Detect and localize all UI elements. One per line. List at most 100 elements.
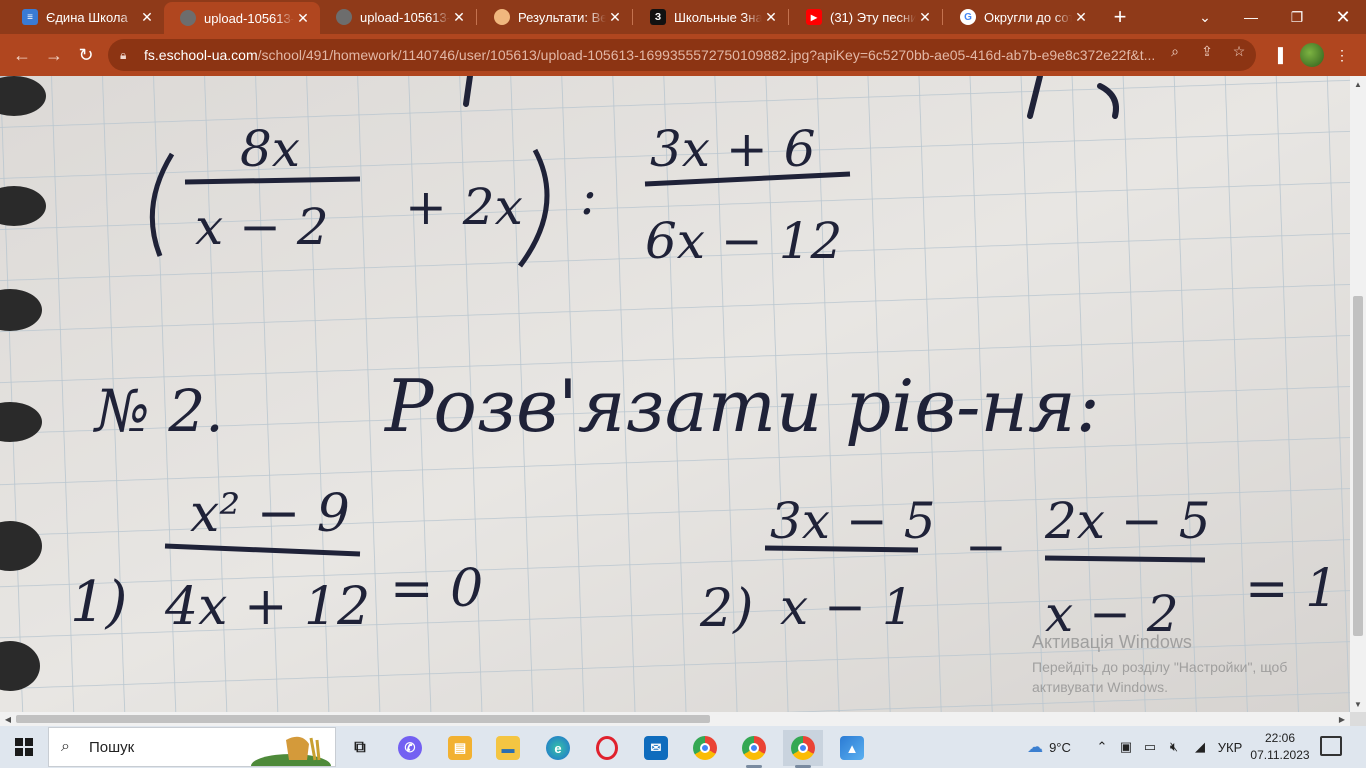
chrome-profile-icon (742, 736, 766, 760)
tray-overflow-icon[interactable]: ⌃ (1092, 726, 1112, 768)
photos-app[interactable]: ▲ (832, 730, 872, 766)
tab-title: Округли до сот (984, 9, 1072, 25)
profile-avatar[interactable] (1300, 43, 1324, 67)
expr-right-den: 6x − 12 (645, 212, 842, 270)
bookmark-star-icon[interactable]: ☆ (1230, 42, 1248, 60)
close-icon[interactable]: ✕ (138, 8, 156, 26)
opera-icon (596, 736, 618, 760)
notebook-photo: 8x x − 2 + 2x : 3x + 6 6x − 12 № 2. Розв… (0, 76, 1350, 712)
scroll-right-arrow[interactable]: ▶ (1334, 712, 1350, 726)
chrome-app[interactable] (685, 730, 725, 766)
minimize-button[interactable]: — (1228, 0, 1274, 34)
zoom-icon[interactable]: ⌕ (1166, 42, 1184, 60)
eschool-icon: ≡ (22, 9, 38, 25)
close-icon[interactable]: ✕ (294, 9, 312, 27)
task-view-button[interactable]: ⧉ (340, 730, 380, 766)
notes-icon: ▤ (448, 736, 472, 760)
eq1-denominator: 4x + 12 (164, 577, 370, 637)
close-icon[interactable]: ✕ (606, 8, 624, 26)
tab-edyna-shkola[interactable]: ≡ Єдина Школа ✕ (6, 0, 164, 34)
scroll-up-arrow[interactable]: ▲ (1350, 76, 1366, 92)
back-button[interactable]: ← (8, 41, 36, 69)
weather-widget[interactable]: ☁ 9°C (1014, 726, 1084, 768)
tab-results[interactable]: Результати: Вер ✕ (478, 0, 632, 34)
address-bar[interactable]: 🔒︎ fs.eschool-ua.com/school/491/homework… (108, 39, 1256, 71)
notes-app[interactable]: ▤ (440, 730, 480, 766)
share-icon[interactable]: ⇪ (1198, 42, 1216, 60)
eq1-label: 1) (70, 570, 127, 635)
horizontal-scrollbar[interactable]: ◀ ▶ (0, 712, 1350, 726)
expr-den: x − 2 (195, 198, 329, 256)
meet-now-icon[interactable]: ▣ (1116, 726, 1136, 768)
activation-watermark-subtitle: Перейдіть до розділу "Настройки", щоб ак… (1032, 659, 1288, 695)
opera-app[interactable] (587, 730, 627, 766)
edge-app[interactable]: e (538, 730, 578, 766)
tab-search-button[interactable]: ⌄ (1182, 0, 1228, 34)
brain-icon (494, 9, 510, 25)
expr-divide: : (580, 168, 597, 226)
task-number: № 2. (92, 377, 224, 445)
expr-right-num: 3x + 6 (650, 120, 816, 178)
menu-kebab-icon[interactable]: ⋮ (1332, 45, 1352, 65)
tab-google[interactable]: G Округли до сот ✕ (944, 0, 1098, 34)
horizontal-scroll-thumb[interactable] (16, 715, 710, 723)
tab-upload[interactable]: upload-105613- ✕ (320, 0, 476, 34)
folder-icon: ▬ (496, 736, 520, 760)
mail-app[interactable]: ✉ (636, 730, 676, 766)
clock-time: 22:06 (1264, 731, 1296, 745)
viber-icon: ✆ (398, 736, 422, 760)
eq2-numerator-1: 3x − 5 (770, 492, 936, 550)
url-host: fs.eschool-ua.com (144, 47, 258, 63)
tab-upload-active[interactable]: upload-105613- ✕ (164, 2, 320, 34)
youtube-icon: ▶ (806, 9, 822, 25)
tab-separator (476, 9, 477, 25)
new-tab-button[interactable]: + (1108, 4, 1132, 29)
battery-icon[interactable]: ▭ (1140, 726, 1160, 768)
scroll-down-arrow[interactable]: ▼ (1350, 696, 1366, 712)
eq1-rhs: = 0 (390, 559, 483, 619)
chrome-profile-app[interactable] (734, 730, 774, 768)
forward-button[interactable]: → (40, 41, 68, 69)
network-icon[interactable]: ◢ (1190, 726, 1210, 768)
chrome-active-app[interactable] (783, 730, 823, 768)
language-indicator[interactable]: УКР (1214, 726, 1246, 768)
mail-icon: ✉ (644, 736, 668, 760)
taskbar-search[interactable]: ⌕ Пошук (48, 727, 336, 767)
eq2-numerator-2: 2x − 5 (1044, 492, 1211, 550)
tab-youtube[interactable]: ▶ (31) Эту песни д ✕ (790, 0, 942, 34)
search-placeholder: Пошук (89, 738, 135, 756)
tab-title: (31) Эту песни д (830, 9, 916, 25)
notification-center-icon[interactable] (1320, 736, 1342, 756)
close-icon[interactable]: ✕ (450, 8, 468, 26)
tab-znanija[interactable]: З Школьные Знан ✕ (634, 0, 788, 34)
google-icon: G (960, 9, 976, 25)
close-icon[interactable]: ✕ (762, 8, 780, 26)
scroll-left-arrow[interactable]: ◀ (0, 712, 16, 726)
close-icon[interactable]: ✕ (1072, 8, 1090, 26)
url-text[interactable]: fs.eschool-ua.com/school/491/homework/11… (144, 47, 1154, 63)
browser-toolbar: ← → ↻ 🔒︎ fs.eschool-ua.com/school/491/ho… (0, 34, 1366, 76)
restore-button[interactable]: ❐ (1274, 0, 1320, 34)
task-title: Розв'язати рів-ня: (383, 364, 1100, 448)
image-viewport: 8x x − 2 + 2x : 3x + 6 6x − 12 № 2. Розв… (0, 76, 1350, 712)
file-explorer-app[interactable]: ▬ (488, 730, 528, 766)
close-icon[interactable]: ✕ (916, 8, 934, 26)
url-path: /school/491/homework/1140746/user/105613… (257, 47, 1154, 63)
side-panel-icon[interactable]: ▐ (1268, 45, 1288, 65)
edge-icon: e (546, 736, 570, 760)
close-window-button[interactable]: ✕ (1320, 0, 1366, 34)
volume-muted-icon[interactable]: 🔇︎ (1164, 726, 1184, 768)
taskbar-clock[interactable]: 22:06 07.11.2023 (1248, 730, 1312, 764)
vertical-scrollbar[interactable]: ▲ ▼ (1350, 76, 1366, 712)
activation-watermark-title: Активація Windows (1032, 632, 1192, 652)
reload-button[interactable]: ↻ (72, 41, 100, 69)
photos-icon: ▲ (840, 736, 864, 760)
eq2-denominator-1: x − 1 (780, 578, 914, 636)
vertical-scroll-thumb[interactable] (1353, 296, 1363, 636)
start-button[interactable] (0, 726, 48, 768)
viber-app[interactable]: ✆ (390, 730, 430, 766)
windows-logo-icon (15, 738, 33, 756)
clock-date: 07.11.2023 (1250, 748, 1310, 762)
tab-separator (632, 9, 633, 25)
chrome-active-icon (791, 736, 815, 760)
